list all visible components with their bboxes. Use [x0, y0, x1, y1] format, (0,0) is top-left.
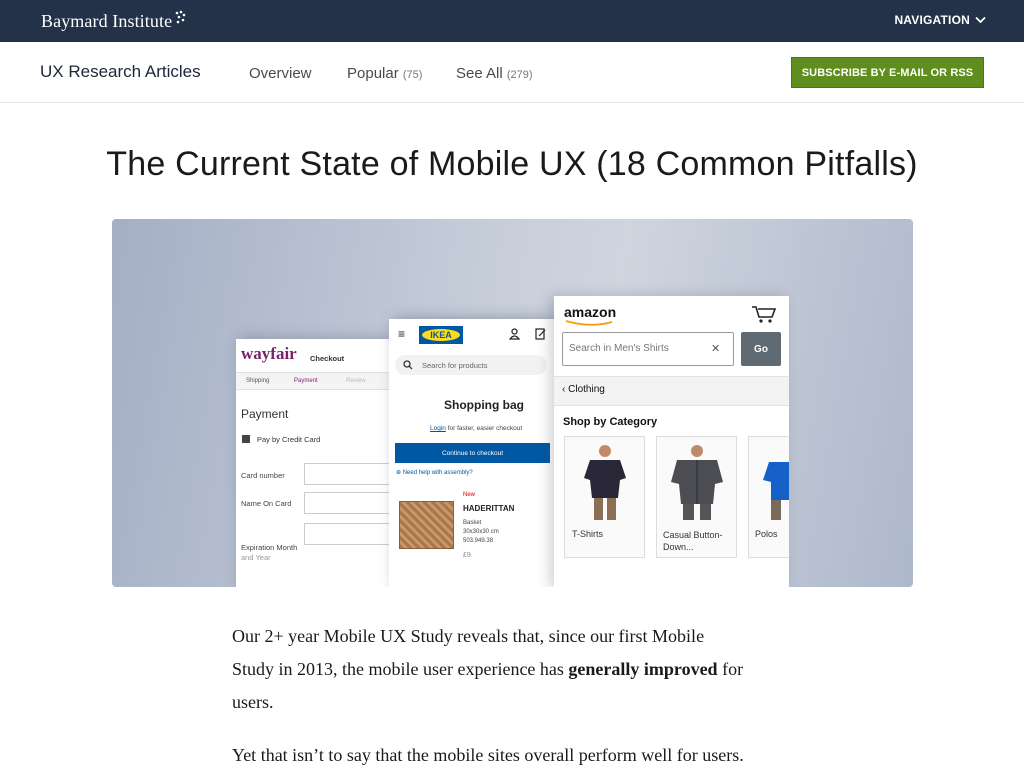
navigation-label: NAVIGATION: [894, 13, 970, 27]
nav-link-label: Overview: [249, 65, 312, 82]
nav-link-see-all[interactable]: See All (279): [456, 65, 533, 82]
user-icon: [509, 328, 520, 340]
nav-link-overview[interactable]: Overview: [249, 65, 312, 82]
back-link: ‹ Clothing: [562, 384, 605, 395]
ikea-logo: IKEA: [419, 326, 463, 344]
brand-name: Baymard Institute: [41, 11, 173, 31]
product-name: HADERITTAN: [463, 504, 515, 513]
section-title[interactable]: UX Research Articles: [40, 62, 201, 82]
article-paragraph: Yet that isn’t to say that the mobile si…: [232, 745, 744, 765]
amazon-go-button: Go: [741, 332, 781, 366]
wayfair-header: Checkout: [310, 354, 345, 363]
ikea-bag-mockup: ≡ IKEA Search for products Shopping bag …: [389, 319, 554, 587]
nav-link-popular[interactable]: Popular (75): [347, 65, 422, 82]
ikea-logo-text: IKEA: [422, 329, 460, 341]
menu-icon: ≡: [398, 327, 406, 341]
name-on-card-label: Name On Card: [241, 499, 292, 508]
top-bar: Baymard Institute NAVIGATION: [0, 0, 1024, 42]
category-card-button-down: Casual Button- Down...: [656, 436, 737, 558]
navigation-menu-button[interactable]: NAVIGATION: [894, 13, 986, 27]
button-down-shirt-image: [671, 445, 723, 520]
tshirt-image: [584, 445, 626, 520]
category-card-polos: Polos: [748, 436, 789, 558]
category-card-tshirts: T-Shirts: [564, 436, 645, 558]
nav-link-count: (279): [506, 69, 533, 81]
step-review: Review: [346, 378, 366, 384]
expiration-label: Expiration Month: [241, 543, 298, 552]
chevron-down-icon: [975, 16, 986, 24]
pay-by-card-label: Pay by Credit Card: [257, 435, 321, 444]
cart-icon: [752, 306, 777, 323]
ikea-search-placeholder: Search for products: [422, 361, 488, 370]
product-size: 30x30x30 cm: [463, 529, 499, 535]
article-paragraph: Our 2+ year Mobile UX Study reveals that…: [232, 620, 802, 719]
hero-image: wayfair Checkout Shipping Payment Review…: [112, 219, 913, 587]
category-label: Polos: [755, 529, 778, 539]
nav-link-label: See All: [456, 65, 503, 82]
edit-icon: [535, 328, 546, 340]
nav-link-count: (75): [402, 69, 423, 81]
wayfair-logo: wayfair: [241, 344, 297, 363]
article-title: The Current State of Mobile UX (18 Commo…: [106, 145, 918, 183]
category-label: Casual Button- Down...: [663, 530, 723, 552]
shop-by-category-heading: Shop by Category: [563, 416, 658, 428]
card-icon: [242, 435, 250, 443]
product-price: £9: [463, 552, 471, 559]
product-type: Basket: [463, 520, 482, 526]
new-badge: New: [463, 492, 476, 498]
step-payment: Payment: [294, 378, 318, 384]
chevron-left-icon: ‹: [562, 384, 566, 395]
paragraph-emphasis: generally improved: [568, 659, 718, 679]
basket-image: [399, 501, 454, 549]
login-link: Login: [430, 425, 446, 432]
amazon-smile-icon: [565, 320, 613, 326]
subscribe-button[interactable]: SUBSCRIBE BY E-MAIL OR RSS: [791, 57, 984, 88]
clear-icon: ✕: [711, 343, 721, 355]
card-number-label: Card number: [241, 471, 285, 480]
login-prompt: Login for faster, easier checkout: [430, 425, 522, 432]
paragraph-text: Study in 2013, the mobile user experienc…: [232, 659, 564, 679]
step-shipping: Shipping: [246, 378, 270, 384]
paragraph-text: for: [722, 659, 744, 679]
expiration-sublabel: and Year: [241, 553, 271, 562]
login-text: for faster, easier checkout: [447, 425, 523, 432]
polo-shirt-image: [763, 462, 789, 520]
continue-checkout-button: Continue to checkout: [395, 443, 550, 463]
product-id: 503.949.38: [463, 538, 494, 544]
paragraph-text: users.: [232, 692, 274, 712]
back-link-label: Clothing: [568, 384, 605, 395]
amazon-logo: amazon: [564, 304, 617, 320]
brand-mark-icon: [175, 10, 186, 23]
search-icon: [403, 360, 413, 370]
amazon-search-placeholder: Search in Men's Shirts: [569, 343, 669, 354]
nav-link-label: Popular: [347, 65, 399, 82]
brand-logo[interactable]: Baymard Institute: [41, 10, 187, 32]
shopping-bag-heading: Shopping bag: [444, 398, 524, 412]
category-label: T-Shirts: [572, 529, 604, 539]
wayfair-checkout-mockup: wayfair Checkout Shipping Payment Review…: [236, 339, 406, 587]
amazon-category-mockup: amazon Search in Men's Shirts ✕ Go ‹ Clo…: [554, 296, 789, 587]
assembly-help: ⊕ Need help with assembly?: [396, 470, 473, 476]
wayfair-payment-heading: Payment: [241, 407, 289, 421]
assembly-help-text: Need help with assembly?: [402, 470, 473, 476]
section-nav: UX Research Articles Overview Popular (7…: [0, 42, 1024, 103]
paragraph-text: Our 2+ year Mobile UX Study reveals that…: [232, 626, 705, 646]
